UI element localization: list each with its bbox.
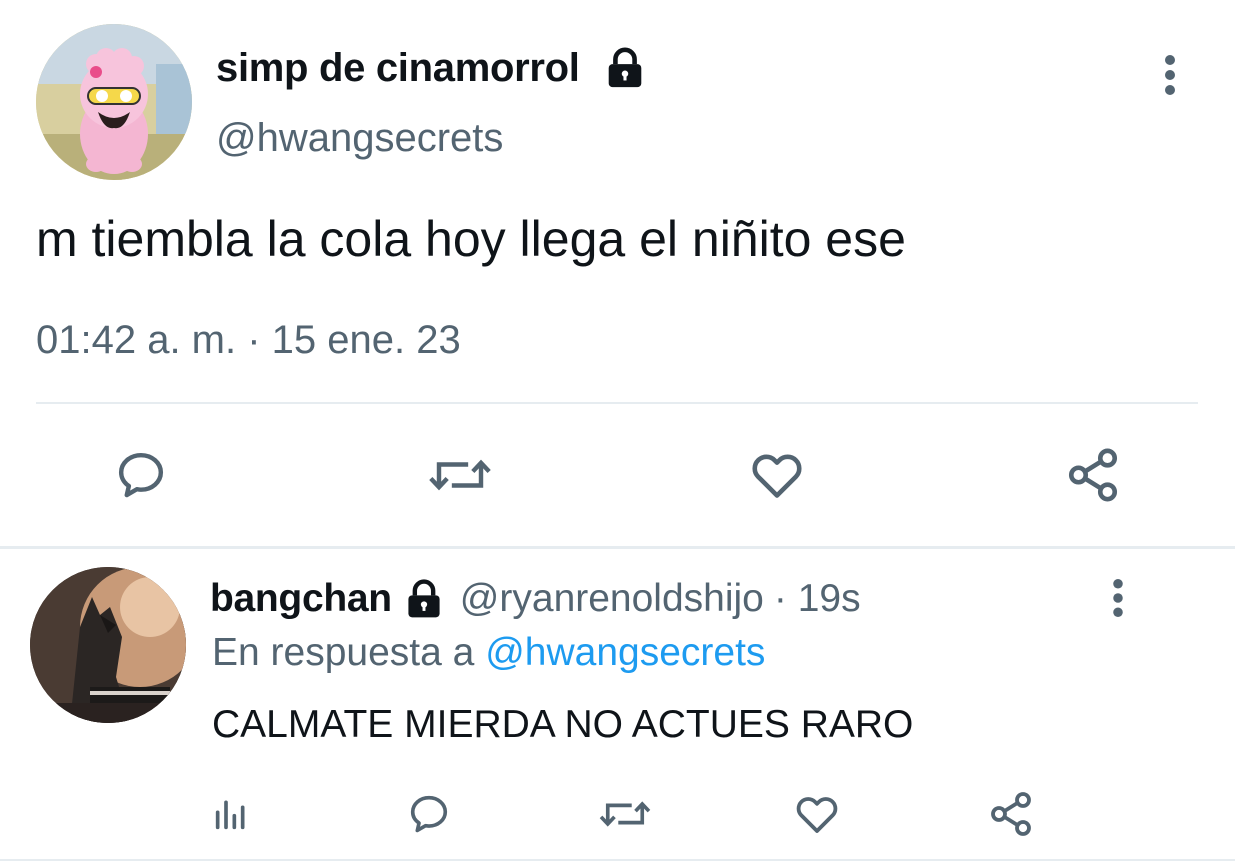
author-line: simp de cinamorrol xyxy=(216,40,648,96)
more-options-icon[interactable] xyxy=(1150,50,1190,100)
time-ago[interactable]: · 19s xyxy=(774,577,861,621)
avatar-image xyxy=(36,24,192,180)
reply-icon[interactable] xyxy=(404,789,454,839)
like-icon[interactable] xyxy=(744,442,810,508)
like-icon[interactable] xyxy=(792,789,842,839)
reply-icon[interactable] xyxy=(108,442,174,508)
more-options-icon[interactable] xyxy=(1098,575,1138,621)
avatar[interactable] xyxy=(30,567,186,723)
handle[interactable]: @hwangsecrets xyxy=(216,116,503,161)
display-name[interactable]: bangchan xyxy=(210,577,392,621)
tweet-timestamp[interactable]: 01:42 a. m. · 15 ene. 23 xyxy=(36,318,461,363)
reply-tweet: bangchan @ryanrenoldshijo · 19s En respu… xyxy=(0,549,1235,864)
retweet-icon[interactable] xyxy=(596,789,654,839)
lock-icon xyxy=(402,577,446,621)
retweet-icon[interactable] xyxy=(424,442,496,508)
main-tweet: simp de cinamorrol @hwangsecrets m tiemb… xyxy=(0,0,1235,540)
share-icon[interactable] xyxy=(1060,442,1126,508)
tweet-text: m tiembla la cola hoy llega el niñito es… xyxy=(36,211,906,267)
handle[interactable]: @ryanrenoldshijo xyxy=(460,577,764,621)
tweet-text: CALMATE MIERDA NO ACTUES RARO xyxy=(212,703,914,746)
divider xyxy=(36,402,1198,404)
reply-author-line: bangchan @ryanrenoldshijo · 19s xyxy=(210,573,861,625)
share-icon[interactable] xyxy=(986,789,1036,839)
replying-to: En respuesta a @hwangsecrets xyxy=(212,631,765,675)
avatar-image xyxy=(30,567,186,723)
replying-handle-link[interactable]: @hwangsecrets xyxy=(485,631,765,674)
avatar[interactable] xyxy=(36,24,192,180)
display-name[interactable]: simp de cinamorrol xyxy=(216,46,580,91)
analytics-icon[interactable] xyxy=(206,789,256,839)
lock-icon xyxy=(602,45,648,91)
divider xyxy=(0,859,1235,861)
replying-prefix: En respuesta a xyxy=(212,631,475,674)
